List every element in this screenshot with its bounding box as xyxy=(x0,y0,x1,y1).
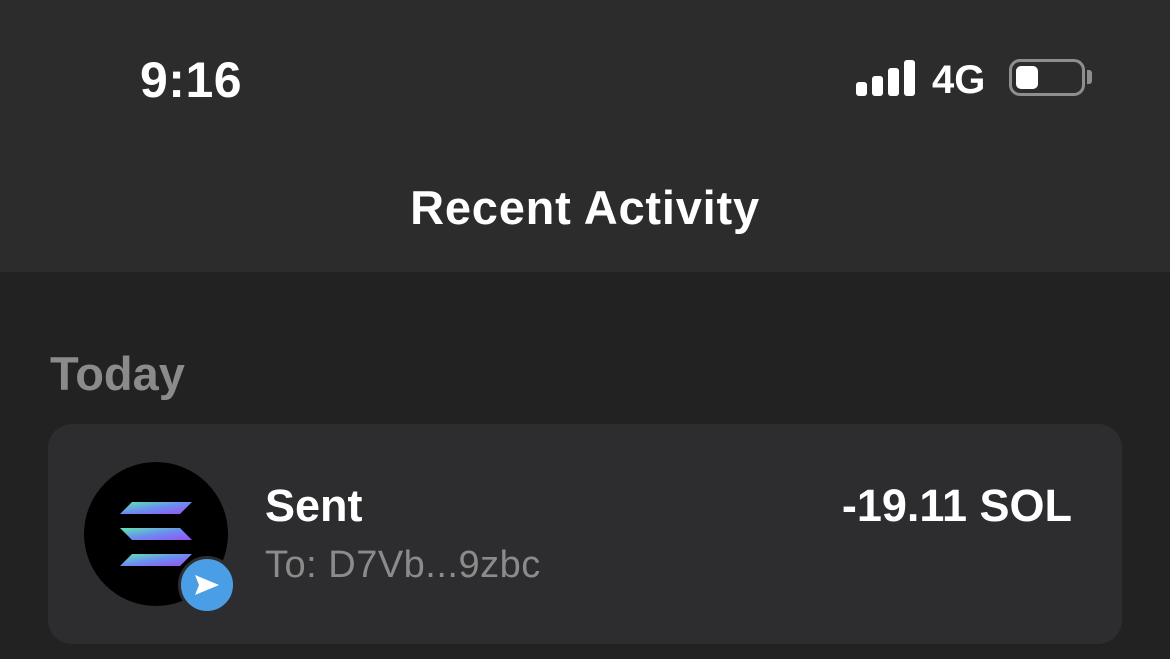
network-type: 4G xyxy=(932,58,986,102)
activity-recipient: To: D7Vb...9zbc xyxy=(265,544,541,586)
battery-level-fill xyxy=(1016,66,1038,89)
battery-icon xyxy=(1009,59,1085,96)
status-time: 9:16 xyxy=(140,52,243,108)
activity-item[interactable]: Sent To: D7Vb...9zbc -19.11 SOL xyxy=(48,424,1122,644)
activity-title: Sent xyxy=(265,480,363,531)
battery-cap xyxy=(1087,70,1092,84)
activity-amount: -19.11 SOL xyxy=(841,480,1072,531)
screen: 9:16 4G Recent Activity Today Sent To: D… xyxy=(0,0,1170,659)
send-arrow-icon xyxy=(178,556,236,614)
top-bar: 9:16 4G Recent Activity xyxy=(0,0,1170,272)
page-title: Recent Activity xyxy=(410,181,760,234)
section-header-today: Today xyxy=(50,347,185,400)
cellular-signal-icon xyxy=(856,60,916,96)
